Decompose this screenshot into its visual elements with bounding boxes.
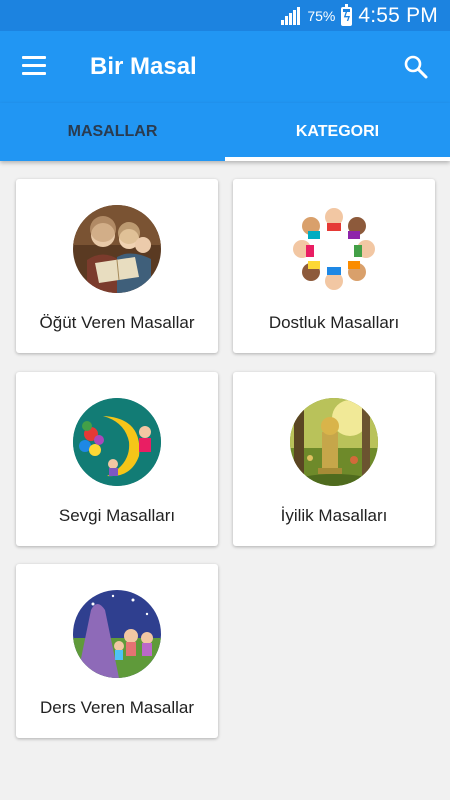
- status-bar: 75% ϟ 4:55 PM: [0, 0, 450, 31]
- tab-indicator: [225, 157, 450, 161]
- category-label: Öğüt Veren Masallar: [39, 313, 195, 332]
- category-image-ders-veren: [73, 590, 161, 678]
- app-toolbar: Bir Masal: [0, 31, 450, 103]
- category-image-sevgi: [73, 398, 161, 486]
- menu-icon[interactable]: [22, 55, 48, 77]
- category-card-sevgi[interactable]: Sevgi Masalları: [16, 372, 218, 546]
- category-card-dostluk[interactable]: Dostluk Masalları: [233, 179, 435, 353]
- battery-percent: 75%: [307, 8, 336, 24]
- clock: 4:55 PM: [358, 4, 438, 27]
- tab-masallar[interactable]: MASALLAR: [0, 103, 225, 161]
- category-label: Dostluk Masalları: [268, 313, 400, 332]
- category-label: İyilik Masalları: [280, 506, 388, 525]
- signal-icon: [281, 7, 301, 25]
- app-title: Bir Masal: [90, 53, 197, 80]
- category-image-ogut-veren: [73, 205, 161, 293]
- battery-charging-icon: ϟ: [341, 3, 353, 26]
- tab-kategori[interactable]: KATEGORI: [225, 103, 450, 161]
- category-card-ders-veren[interactable]: Ders Veren Masallar: [16, 564, 218, 738]
- category-image-iyilik: [290, 398, 378, 486]
- category-card-iyilik[interactable]: İyilik Masalları: [233, 372, 435, 546]
- category-label: Ders Veren Masallar: [39, 698, 194, 717]
- tab-bar: MASALLAR KATEGORI: [0, 103, 450, 161]
- category-image-dostluk: [290, 205, 378, 293]
- search-icon[interactable]: [402, 53, 430, 81]
- category-label: Sevgi Masalları: [58, 506, 176, 525]
- category-card-ogut-veren[interactable]: Öğüt Veren Masallar: [16, 179, 218, 353]
